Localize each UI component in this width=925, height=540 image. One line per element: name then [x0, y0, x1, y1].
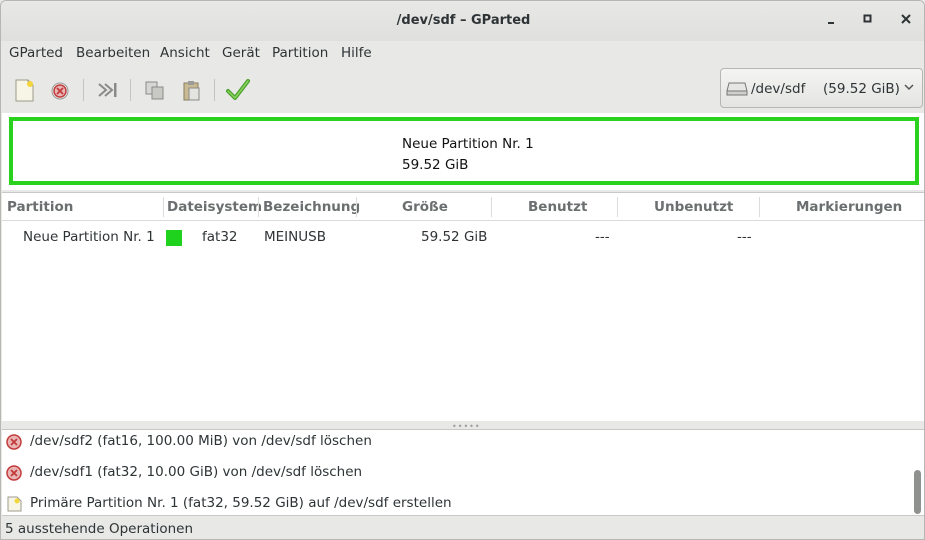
column-header-label[interactable]: Bezeichnung: [263, 199, 360, 215]
delete-icon: [6, 434, 22, 450]
title-bar[interactable]: /dev/sdf – GParted: [1, 1, 924, 41]
delete-icon: [6, 465, 22, 481]
scrollbar-thumb[interactable]: [914, 470, 921, 514]
disk-map: Neue Partition Nr. 1 59.52 GiB: [2, 113, 924, 190]
menu-ansicht[interactable]: Ansicht: [160, 45, 210, 61]
menu-partition[interactable]: Partition: [272, 45, 328, 61]
partition-block[interactable]: Neue Partition Nr. 1 59.52 GiB: [9, 117, 919, 185]
menu-bearbeiten[interactable]: Bearbeiten: [76, 45, 150, 61]
resize-move-button[interactable]: [92, 75, 122, 105]
device-selector[interactable]: /dev/sdf (59.52 GiB): [720, 68, 923, 108]
pending-operations-list: /dev/sdf2 (fat16, 100.00 MiB) von /dev/s…: [2, 429, 924, 516]
cell-used: ---: [595, 229, 610, 245]
column-divider: [356, 197, 357, 217]
device-name: /dev/sdf: [751, 81, 806, 97]
resize-move-icon: [98, 83, 117, 97]
window-title: /dev/sdf – GParted: [396, 13, 531, 28]
partition-block-name: Neue Partition Nr. 1: [402, 136, 534, 152]
maximize-button[interactable]: [859, 11, 877, 29]
hard-disk-icon: [726, 82, 748, 96]
status-bar: 5 ausstehende Operationen: [1, 517, 924, 539]
cell-partition: Neue Partition Nr. 1: [23, 229, 155, 245]
partition-table: Partition Dateisystem Bezeichnung Größe …: [2, 192, 924, 421]
paste-icon: [183, 81, 200, 101]
delete-icon: [51, 82, 69, 100]
column-header-used[interactable]: Benutzt: [528, 199, 587, 215]
filesystem-color-swatch: [166, 230, 182, 246]
toolbar-separator: [214, 79, 215, 101]
column-divider: [617, 197, 618, 217]
menu-gparted[interactable]: GParted: [9, 45, 63, 61]
column-header-partition[interactable]: Partition: [7, 199, 73, 215]
maximize-icon: [863, 14, 872, 23]
close-icon: [901, 14, 911, 24]
minimize-icon: [828, 22, 834, 24]
new-partition-button[interactable]: [9, 75, 39, 105]
column-divider: [258, 197, 259, 217]
menu-hilfe[interactable]: Hilfe: [341, 45, 372, 61]
pane-resize-handle[interactable]: •••••: [2, 421, 924, 431]
cell-size: 59.52 GiB: [421, 229, 488, 245]
column-divider: [759, 197, 760, 217]
paste-button[interactable]: [177, 75, 207, 105]
list-item[interactable]: Primäre Partition Nr. 1 (fat32, 59.52 Gi…: [2, 493, 907, 515]
column-header-flags[interactable]: Markierungen: [796, 199, 902, 215]
menubar: GParted Bearbeiten Ansicht Gerät Partiti…: [1, 43, 924, 65]
toolbar-separator: [83, 79, 84, 101]
cell-filesystem: fat32: [202, 229, 238, 245]
new-partition-icon: [15, 79, 34, 102]
gparted-window: /dev/sdf – GParted GParted Bearbeiten An…: [0, 0, 925, 540]
column-header-size[interactable]: Größe: [402, 199, 448, 215]
chevron-down-icon: [904, 81, 914, 94]
list-item[interactable]: /dev/sdf2 (fat16, 100.00 MiB) von /dev/s…: [2, 431, 907, 459]
table-row[interactable]: Neue Partition Nr. 1 fat32 MEINUSB 59.52…: [2, 222, 924, 252]
operation-text: /dev/sdf2 (fat16, 100.00 MiB) von /dev/s…: [30, 433, 372, 449]
operation-text: /dev/sdf1 (fat32, 10.00 GiB) von /dev/sd…: [30, 464, 363, 480]
list-item[interactable]: /dev/sdf1 (fat32, 10.00 GiB) von /dev/sd…: [2, 462, 907, 490]
cell-label: MEINUSB: [264, 229, 326, 245]
vertical-scrollbar[interactable]: [911, 430, 923, 515]
column-header-filesystem[interactable]: Dateisystem: [167, 199, 262, 215]
menu-geraet[interactable]: Gerät: [222, 45, 260, 61]
device-size: (59.52 GiB): [823, 81, 900, 97]
close-window-button[interactable]: [897, 11, 915, 29]
delete-partition-button[interactable]: [45, 75, 75, 105]
partition-block-size: 59.52 GiB: [402, 157, 469, 173]
new-partition-icon: [7, 496, 22, 512]
apply-button[interactable]: [223, 75, 253, 105]
status-text: 5 ausstehende Operationen: [5, 521, 194, 537]
toolbar-separator: [130, 79, 131, 101]
cell-unused: ---: [737, 229, 752, 245]
table-header: Partition Dateisystem Bezeichnung Größe …: [2, 193, 924, 221]
copy-icon: [145, 81, 164, 100]
operation-text: Primäre Partition Nr. 1 (fat32, 59.52 Gi…: [30, 495, 452, 511]
column-divider: [491, 197, 492, 217]
column-header-unused[interactable]: Unbenutzt: [654, 199, 733, 215]
copy-button[interactable]: [140, 75, 170, 105]
apply-checkmark-icon: [226, 79, 250, 100]
minimize-button[interactable]: [822, 11, 840, 29]
column-divider: [163, 197, 164, 217]
